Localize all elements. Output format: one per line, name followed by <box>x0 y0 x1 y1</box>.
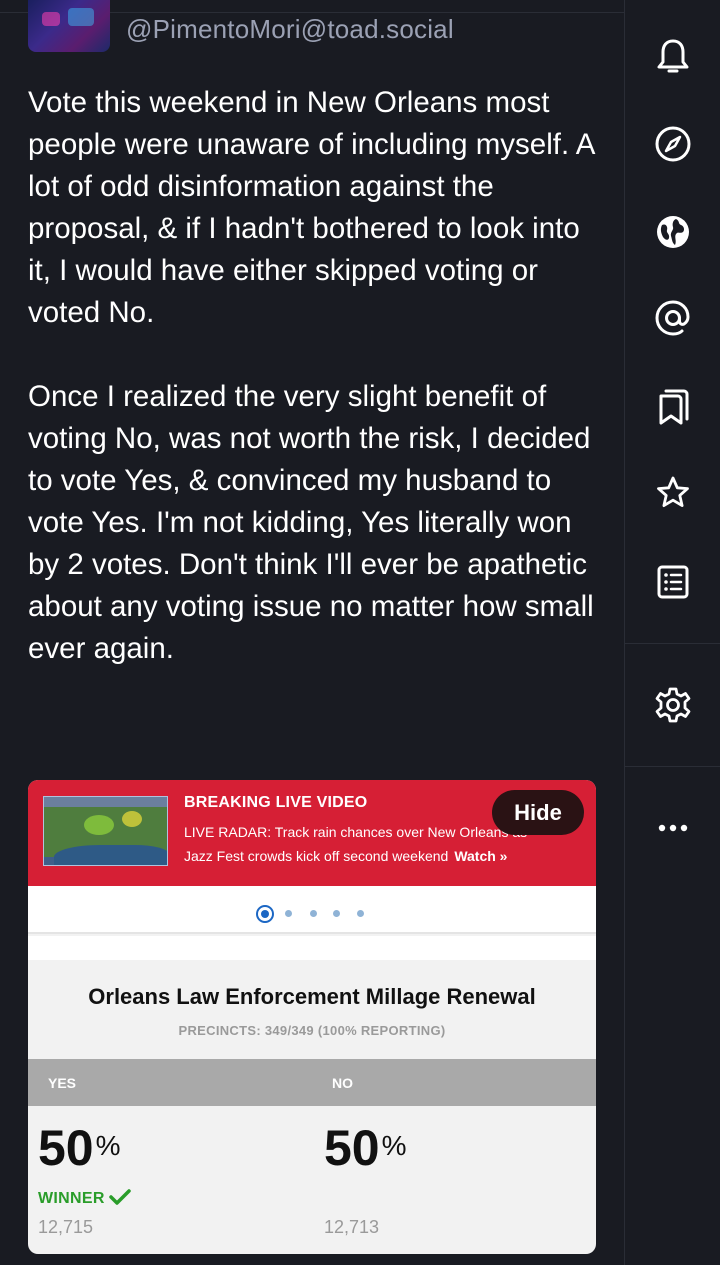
banner-title: BREAKING LIVE VIDEO <box>184 794 368 811</box>
breaking-news-banner: BREAKING LIVE VIDEO LIVE RADAR: Track ra… <box>28 780 596 886</box>
yes-pct-value: 50 <box>38 1120 94 1176</box>
carousel-dot <box>285 910 292 917</box>
avatar-art <box>68 8 94 26</box>
preferences-button[interactable] <box>625 675 720 735</box>
yes-vote-count: 12,715 <box>38 1217 94 1237</box>
bell-icon <box>656 38 690 76</box>
no-vote-count: 12,713 <box>324 1217 380 1237</box>
results-header: YES NO <box>28 1059 596 1106</box>
yes-column-label: YES <box>48 1075 77 1091</box>
list-icon <box>656 564 690 600</box>
federated-timeline-button[interactable] <box>625 202 720 262</box>
winner-label: WINNER <box>38 1188 131 1211</box>
yes-percentage: 50% <box>38 1120 121 1176</box>
lists-button[interactable] <box>625 552 720 612</box>
star-icon <box>654 474 692 512</box>
carousel-dot <box>333 910 340 917</box>
carousel-dot <box>357 910 364 917</box>
favourites-button[interactable] <box>625 463 720 523</box>
post-paragraph: Vote this weekend in New Orleans most pe… <box>28 86 594 329</box>
carousel-dot-active <box>256 905 274 923</box>
carousel-dots <box>28 886 596 934</box>
spacer <box>28 936 596 960</box>
no-percentage: 50% <box>324 1120 407 1176</box>
more-icon <box>656 823 690 833</box>
percent-sign: % <box>381 1130 407 1161</box>
banner-headline: Jazz Fest crowds kick off second weekend… <box>184 848 507 864</box>
precincts-reporting: PRECINCTS: 349/349 (100% REPORTING) <box>178 1023 446 1038</box>
radar-thumbnail <box>43 796 168 866</box>
avatar[interactable] <box>28 0 110 52</box>
winner-text: WINNER <box>38 1190 105 1207</box>
watch-link: Watch » <box>454 848 508 864</box>
bookmarks-icon <box>656 388 690 426</box>
gear-icon <box>654 686 692 724</box>
navigation-rail <box>624 0 720 1265</box>
mastodon-post-view: @PimentoMori@toad.social Vote this weeke… <box>0 0 720 1265</box>
hide-media-button[interactable]: Hide <box>492 790 584 835</box>
divider <box>625 766 720 767</box>
percent-sign: % <box>95 1130 121 1161</box>
post-content: Vote this weekend in New Orleans most pe… <box>28 82 608 670</box>
bookmarks-button[interactable] <box>625 377 720 437</box>
post-column: @PimentoMori@toad.social Vote this weeke… <box>0 0 624 1265</box>
account-handle[interactable]: @PimentoMori@toad.social <box>126 14 454 45</box>
notifications-button[interactable] <box>625 27 720 87</box>
banner-headline-text: Jazz Fest crowds kick off second weekend <box>184 848 449 864</box>
divider <box>625 643 720 644</box>
mentions-button[interactable] <box>625 288 720 348</box>
explore-button[interactable] <box>625 114 720 174</box>
avatar-art <box>42 12 60 26</box>
compass-icon <box>654 125 692 163</box>
no-column-label: NO <box>332 1075 353 1091</box>
at-icon <box>654 299 692 337</box>
check-icon <box>108 1188 131 1211</box>
banner-headline: LIVE RADAR: Track rain chances over New … <box>184 824 528 840</box>
carousel-dot <box>310 910 317 917</box>
more-button[interactable] <box>625 798 720 858</box>
race-title: Orleans Law Enforcement Millage Renewal <box>88 984 536 1009</box>
no-pct-value: 50 <box>324 1120 380 1176</box>
post-paragraph: Once I realized the very slight benefit … <box>28 380 594 665</box>
media-attachment[interactable]: BREAKING LIVE VIDEO LIVE RADAR: Track ra… <box>28 780 596 1254</box>
globe-icon <box>654 213 692 251</box>
